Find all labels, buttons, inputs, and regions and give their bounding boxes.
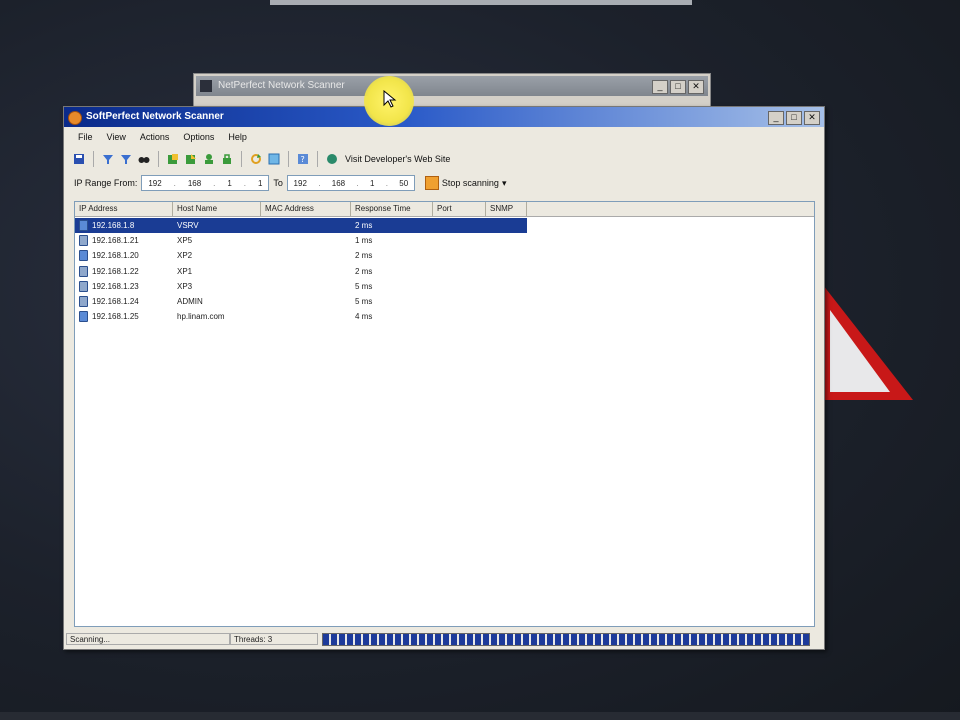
lock-icon[interactable]: [220, 152, 234, 166]
table-row[interactable]: 192.168.1.25 hp.linam.com 4 ms: [75, 309, 814, 324]
window-icon[interactable]: [267, 152, 281, 166]
results-header: IP Address Host Name MAC Address Respons…: [75, 202, 814, 217]
filter-icon[interactable]: [101, 152, 115, 166]
device-icon: [79, 220, 88, 232]
visit-website-link[interactable]: Visit Developer's Web Site: [345, 154, 450, 164]
chevron-down-icon[interactable]: ▾: [502, 178, 507, 189]
stop-scanning-label: Stop scanning: [441, 178, 499, 188]
menu-view[interactable]: View: [107, 129, 126, 145]
globe-icon[interactable]: [325, 152, 339, 166]
column-ip-address[interactable]: IP Address: [75, 202, 173, 216]
ip-range-row: IP Range From: 192. 168. 1. 1 To 192. 16…: [74, 173, 814, 193]
device-icon: [79, 250, 88, 262]
app-icon: [68, 111, 82, 125]
close-button[interactable]: ✕: [804, 111, 820, 125]
toolbar-separator: [93, 151, 94, 167]
table-row[interactable]: 192.168.1.8 VSRV 2 ms: [75, 218, 527, 234]
toolbar-separator: [241, 151, 242, 167]
cmd-icon: [200, 80, 212, 92]
computer-icon: [79, 280, 88, 292]
table-row[interactable]: 192.168.1.20 XP2 2 ms: [75, 248, 814, 263]
table-row[interactable]: 192.168.1.21 XP5 1 ms: [75, 233, 814, 248]
column-response-time[interactable]: Response Time: [351, 202, 433, 216]
ip-range-to-label: To: [273, 178, 283, 188]
maximize-button[interactable]: □: [786, 111, 802, 125]
menu-bar: File View Actions Options Help: [64, 129, 824, 145]
warning-sign-icon: [823, 285, 913, 400]
toolbar-separator: [288, 151, 289, 167]
menu-options[interactable]: Options: [183, 129, 214, 145]
save-icon[interactable]: [72, 152, 86, 166]
menu-actions[interactable]: Actions: [140, 129, 170, 145]
device-icon: [79, 311, 88, 323]
computer-icon: [79, 235, 88, 247]
minimize-button[interactable]: _: [652, 80, 668, 94]
column-snmp[interactable]: SNMP: [486, 202, 527, 216]
binoculars-icon[interactable]: [137, 152, 151, 166]
status-text: Scanning...: [66, 633, 230, 645]
column-port[interactable]: Port: [433, 202, 486, 216]
ip-range-to-input[interactable]: 192. 168. 1. 50: [286, 175, 415, 191]
stop-scanning-button[interactable]: Stop scanning ▾: [424, 176, 507, 190]
export-icon[interactable]: [166, 152, 180, 166]
window-title: SoftPerfect Network Scanner: [86, 111, 224, 122]
table-row[interactable]: 192.168.1.23 XP3 5 ms: [75, 279, 814, 294]
background-window-edge: [270, 0, 692, 5]
scan-progress-bar: [322, 633, 810, 646]
export-icon[interactable]: [184, 152, 198, 166]
mouse-cursor-icon: [383, 90, 397, 108]
refresh-icon[interactable]: [249, 152, 263, 166]
ip-range-from-input[interactable]: 192. 168. 1. 1: [141, 175, 270, 191]
background-window-title: NetPerfect Network Scanner: [218, 80, 345, 91]
results-list[interactable]: IP Address Host Name MAC Address Respons…: [74, 201, 815, 627]
column-host-name[interactable]: Host Name: [173, 202, 261, 216]
user-icon[interactable]: [202, 152, 216, 166]
background-window-titlebar[interactable]: NetPerfect Network Scanner _ □ ✕: [196, 76, 708, 96]
computer-icon: [79, 265, 88, 277]
help-icon[interactable]: ?: [296, 152, 310, 166]
taskbar: [0, 712, 960, 720]
window-titlebar[interactable]: SoftPerfect Network Scanner _ □ ✕: [64, 107, 824, 127]
toolbar-separator: [158, 151, 159, 167]
table-row[interactable]: 192.168.1.24 ADMIN 5 ms: [75, 294, 814, 309]
stop-icon: [424, 176, 439, 190]
table-row[interactable]: 192.168.1.22 XP1 2 ms: [75, 264, 814, 279]
ip-range-from-label: IP Range From:: [74, 178, 138, 188]
threads-count: Threads: 3: [230, 633, 318, 645]
network-scanner-window[interactable]: SoftPerfect Network Scanner _ □ ✕ File V…: [63, 106, 825, 650]
close-button[interactable]: ✕: [688, 80, 704, 94]
minimize-button[interactable]: _: [768, 111, 784, 125]
filter-icon[interactable]: [119, 152, 133, 166]
maximize-button[interactable]: □: [670, 80, 686, 94]
menu-help[interactable]: Help: [228, 129, 247, 145]
svg-text:?: ?: [301, 155, 305, 164]
results-rows: 192.168.1.8 VSRV 2 ms 192.168.1.21 XP5 1…: [75, 218, 814, 324]
toolbar-separator: [317, 151, 318, 167]
computer-icon: [79, 296, 88, 308]
column-mac-address[interactable]: MAC Address: [261, 202, 351, 216]
status-bar: Scanning... Threads: 3: [66, 631, 822, 647]
toolbar: ? Visit Developer's Web Site: [72, 149, 816, 169]
menu-file[interactable]: File: [78, 129, 93, 145]
